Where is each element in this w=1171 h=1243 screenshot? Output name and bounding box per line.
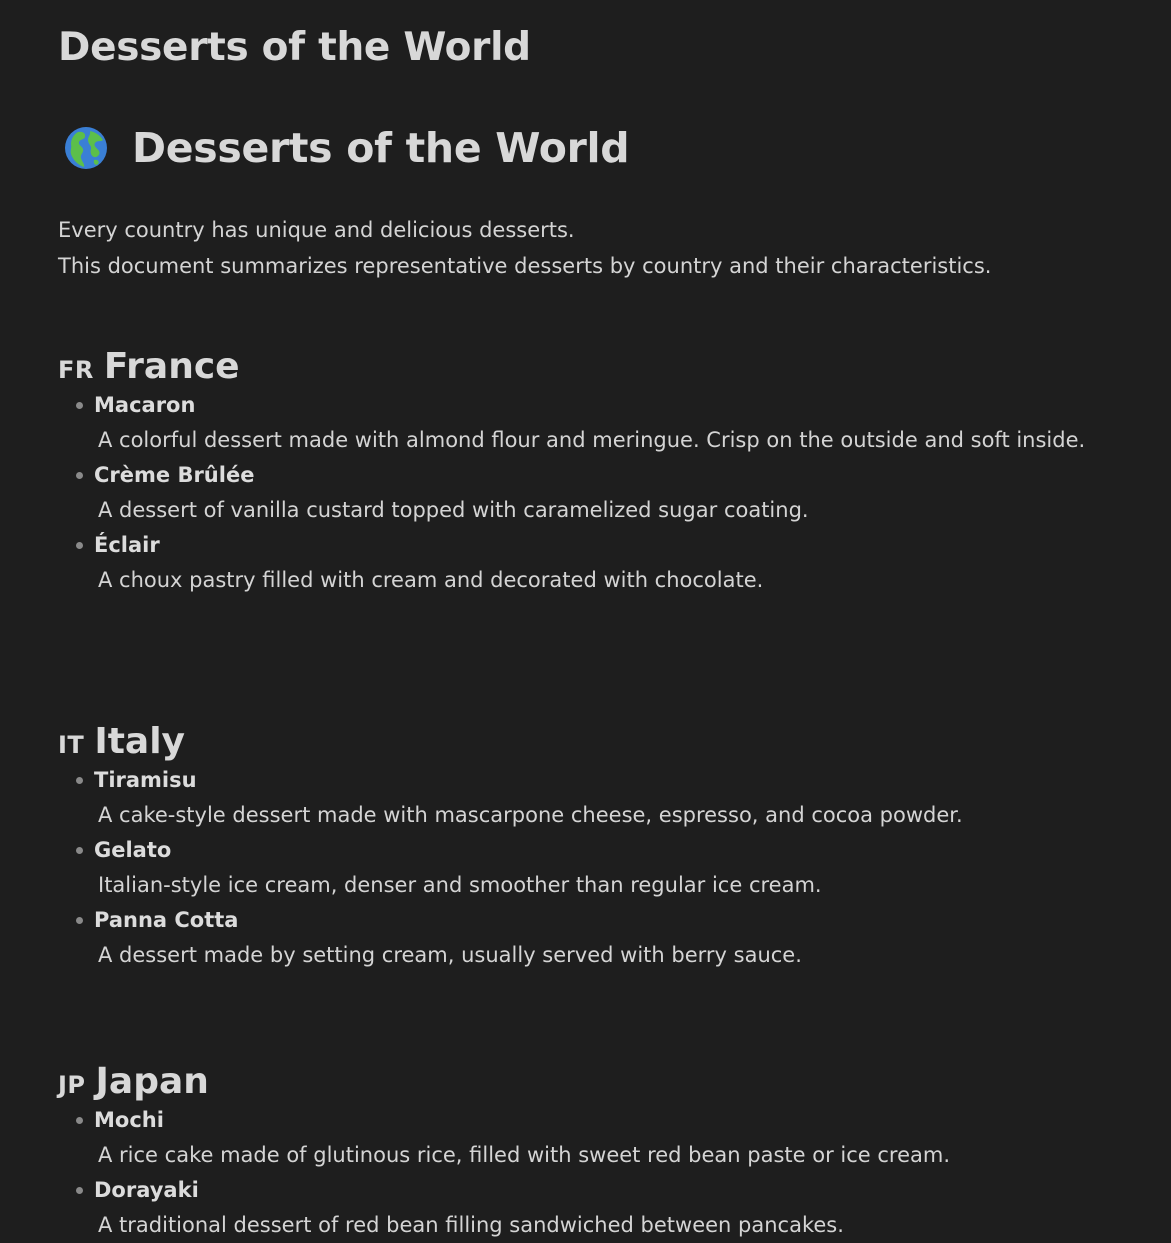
country-name: Japan: [95, 1061, 209, 1102]
intro-paragraph: Every country has unique and delicious d…: [58, 212, 991, 284]
intro-line: This document summarizes representative …: [58, 254, 992, 278]
bullet-icon: [76, 1187, 83, 1194]
bullet-icon: [76, 847, 83, 854]
list-item: Macaron A colorful dessert made with alm…: [58, 390, 1088, 458]
bullet-icon: [76, 402, 83, 409]
section-france: FR France Macaron A colorful dessert mad…: [58, 346, 1088, 600]
dessert-name: Crème Brûlée: [94, 463, 255, 487]
dessert-name: Gelato: [94, 838, 172, 862]
dessert-name: Éclair: [94, 533, 160, 557]
section-heading: FR France: [58, 346, 1088, 390]
main-heading: Desserts of the World: [64, 124, 630, 172]
globe-icon: [64, 126, 108, 170]
section-heading: IT Italy: [58, 721, 1088, 765]
list-item: Éclair A choux pastry filled with cream …: [58, 530, 1088, 598]
dessert-description: A rice cake made of glutinous rice, fill…: [98, 1143, 951, 1167]
flag-fr-icon: FR: [58, 356, 94, 384]
dessert-list: Tiramisu A cake-style dessert made with …: [58, 765, 1088, 973]
list-item: Tiramisu A cake-style dessert made with …: [58, 765, 1088, 833]
country-name: France: [103, 346, 240, 387]
dessert-description: A dessert of vanilla custard topped with…: [98, 498, 809, 522]
dessert-name: Dorayaki: [94, 1178, 199, 1202]
dessert-name: Panna Cotta: [94, 908, 239, 932]
bullet-icon: [76, 917, 83, 924]
dessert-description: Italian-style ice cream, denser and smoo…: [98, 873, 822, 897]
flag-jp-icon: JP: [58, 1071, 86, 1099]
list-item: Panna Cotta A dessert made by setting cr…: [58, 905, 1088, 973]
section-japan: JP Japan Mochi A rice cake made of gluti…: [58, 1061, 1088, 1243]
section-heading: JP Japan: [58, 1061, 1088, 1105]
intro-line: Every country has unique and delicious d…: [58, 218, 575, 242]
dessert-description: A traditional dessert of red bean fillin…: [98, 1213, 844, 1237]
bullet-icon: [76, 542, 83, 549]
bullet-icon: [76, 1117, 83, 1124]
dessert-name: Mochi: [94, 1108, 164, 1132]
dessert-list: Macaron A colorful dessert made with alm…: [58, 390, 1088, 598]
bullet-icon: [76, 472, 83, 479]
bullet-icon: [76, 777, 83, 784]
list-item: Mochi A rice cake made of glutinous rice…: [58, 1105, 1088, 1173]
dessert-description: A choux pastry filled with cream and dec…: [98, 568, 764, 592]
main-heading-text: Desserts of the World: [132, 124, 630, 172]
list-item: Gelato Italian-style ice cream, denser a…: [58, 835, 1088, 903]
dessert-name: Macaron: [94, 393, 196, 417]
list-item: Dorayaki A traditional dessert of red be…: [58, 1175, 1088, 1243]
country-name: Italy: [94, 721, 186, 762]
dessert-name: Tiramisu: [94, 768, 197, 792]
flag-it-icon: IT: [58, 731, 85, 759]
dessert-description: A colorful dessert made with almond flou…: [98, 428, 1086, 452]
dessert-description: A dessert made by setting cream, usually…: [98, 943, 802, 967]
document-title: Desserts of the World: [58, 25, 531, 70]
resize-corner[interactable]: [1157, 1203, 1171, 1243]
dessert-description: A cake-style dessert made with mascarpon…: [98, 803, 963, 827]
section-italy: IT Italy Tiramisu A cake-style dessert m…: [58, 721, 1088, 975]
list-item: Crème Brûlée A dessert of vanilla custar…: [58, 460, 1088, 528]
dessert-list: Mochi A rice cake made of glutinous rice…: [58, 1105, 1088, 1243]
